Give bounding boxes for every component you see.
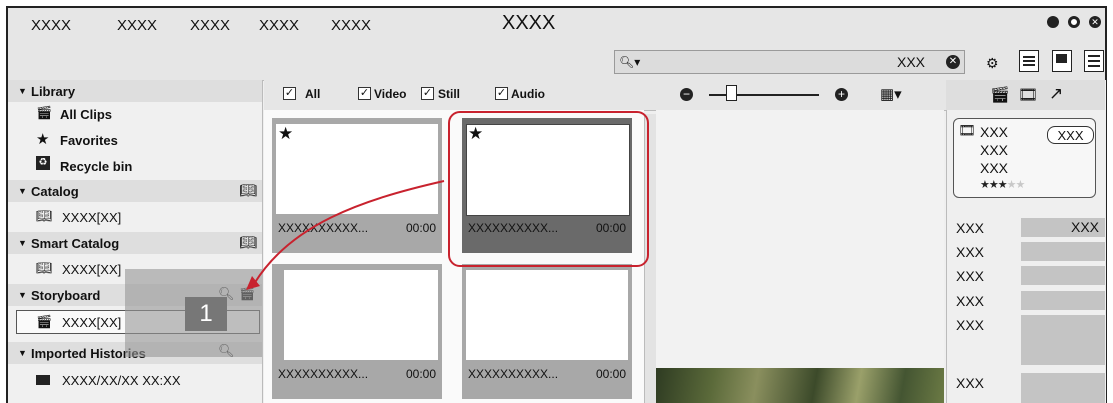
drag-arrow — [246, 180, 445, 290]
